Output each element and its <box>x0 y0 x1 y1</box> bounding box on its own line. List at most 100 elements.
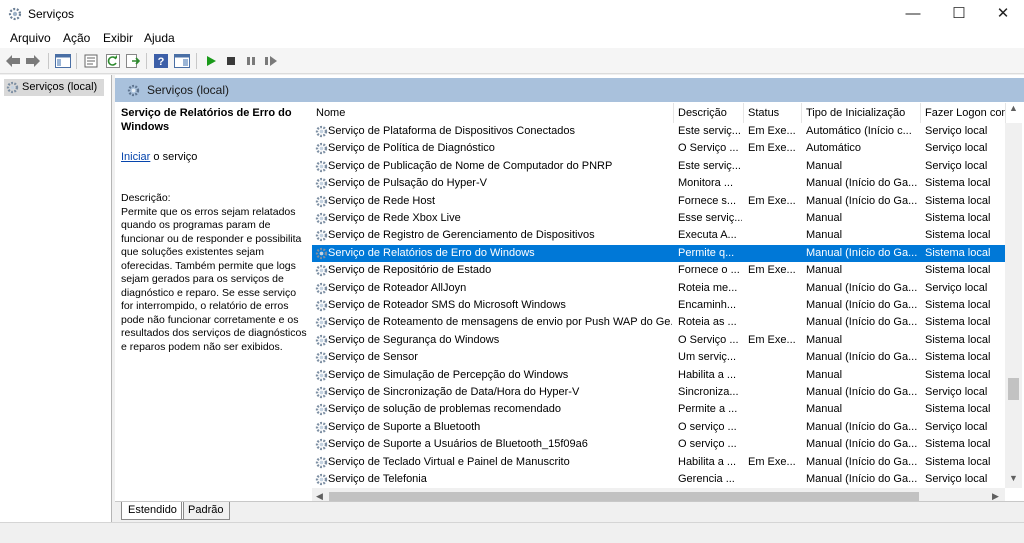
column-header-status[interactable]: Status <box>744 103 802 123</box>
svg-text:?: ? <box>158 56 165 68</box>
service-startup-type: Manual <box>806 159 843 172</box>
view-icon[interactable] <box>173 52 191 70</box>
show-hide-tree-icon[interactable] <box>54 52 72 70</box>
column-header-logon[interactable]: Fazer Logon com <box>921 103 1006 123</box>
minimize-button[interactable]: — <box>890 0 936 28</box>
service-status <box>748 401 800 418</box>
start-service-text: Iniciar o serviço <box>121 151 197 163</box>
service-logon: Sistema local <box>925 299 991 311</box>
properties-icon[interactable] <box>82 52 100 70</box>
service-startup-type: Manual (Início do Ga... <box>806 386 918 398</box>
menu-exibir[interactable]: Exibir <box>103 31 133 45</box>
column-headers: ^ Nome Descrição Status Tipo de Iniciali… <box>312 103 1024 123</box>
table-row[interactable]: Serviço de Roteador AllJoyn Roteia me... M… <box>312 280 1006 297</box>
tree-item-services-local[interactable]: Serviços (local) <box>4 79 104 96</box>
table-row[interactable]: Serviço de Sensor Um serviç... Manual (Iní… <box>312 349 1006 366</box>
table-row[interactable]: Serviço de Política de Diagnóstico O Serv… <box>312 140 1006 157</box>
forward-icon[interactable] <box>24 52 42 70</box>
back-icon[interactable] <box>4 52 22 70</box>
column-header-description[interactable]: Descrição <box>674 103 744 123</box>
table-row[interactable]: Serviço de Rede Xbox Live Esse serviç... M… <box>312 210 1006 227</box>
service-status <box>748 436 800 453</box>
tab-extended[interactable]: Estendido <box>121 502 184 520</box>
service-name: Serviço de Relatórios de Erro do Windows <box>328 246 535 259</box>
menu-ajuda[interactable]: Ajuda <box>144 31 175 45</box>
service-name: Serviço de Roteador AllJoyn <box>328 281 467 294</box>
table-row[interactable]: Serviço de Repositório de Estado Fornece … <box>312 262 1006 279</box>
service-description-cell: Esse serviç... <box>678 212 742 224</box>
horizontal-scroll-thumb[interactable] <box>329 492 919 501</box>
table-row[interactable]: Serviço de Registro de Gerenciamento de … <box>312 227 1006 244</box>
pause-icon[interactable] <box>242 52 260 70</box>
maximize-button[interactable]: ☐ <box>936 0 982 28</box>
table-row[interactable]: Serviço de Telefonia Gerencia ... Manual (… <box>312 471 1006 488</box>
service-logon: Sistema local <box>925 212 991 224</box>
service-startup-type: Manual <box>806 333 843 346</box>
gear-icon <box>315 352 328 364</box>
table-row[interactable]: Serviço de Relatórios de Erro do Windows… <box>312 244 1006 263</box>
gear-icon <box>315 317 328 329</box>
menu-arquivo[interactable]: Arquivo <box>10 31 51 45</box>
vertical-scroll-thumb[interactable] <box>1008 378 1019 400</box>
service-status <box>748 227 800 244</box>
table-row[interactable]: Serviço de Suporte a Bluetooth O serviço … <box>312 419 1006 436</box>
service-startup-type: Manual (Início do Ga... <box>806 177 918 190</box>
table-row[interactable]: Serviço de Suporte a Usuários de Bluetoo… <box>312 436 1006 453</box>
service-startup-type: Manual <box>806 229 843 242</box>
menu-acao[interactable]: Ação <box>63 31 90 45</box>
table-row[interactable]: Serviço de Plataforma de Dispositivos Co… <box>312 123 1006 140</box>
scroll-up-icon[interactable]: ▲ <box>1009 103 1018 113</box>
service-name: Serviço de Publicação de Nome de Computa… <box>328 159 613 172</box>
service-description-cell: O Serviço ... <box>678 142 739 155</box>
service-name: Serviço de Roteador SMS do Microsoft Win… <box>328 299 566 311</box>
table-row[interactable]: Serviço de solução de problemas recomend… <box>312 401 1006 418</box>
service-name: Serviço de Segurança do Windows <box>328 333 500 346</box>
table-row[interactable]: Serviço de Roteador SMS do Microsoft Win… <box>312 297 1006 314</box>
table-row[interactable]: Serviço de Roteamento de mensagens de en… <box>312 314 1006 331</box>
table-row[interactable]: Serviço de Sincronização de Data/Hora do… <box>312 384 1006 401</box>
service-status: Em Exe... <box>748 125 796 137</box>
gear-icon <box>315 334 328 346</box>
service-startup-type: Manual <box>806 403 843 416</box>
start-icon[interactable] <box>202 52 220 70</box>
restart-icon[interactable] <box>262 52 280 70</box>
service-status <box>748 314 800 331</box>
service-description-cell: Executa A... <box>678 229 737 242</box>
table-row[interactable]: Serviço de Publicação de Nome de Computa… <box>312 158 1006 175</box>
gear-icon <box>315 265 328 277</box>
view-tabs: Estendido Padrão <box>115 501 1024 522</box>
table-row[interactable]: Serviço de Pulsação do Hyper-V Monitora .… <box>312 175 1006 192</box>
table-row[interactable]: Serviço de Rede Host Fornece s... Em Exe..… <box>312 193 1006 210</box>
service-status <box>748 471 800 488</box>
table-row[interactable]: Serviço de Teclado Virtual e Painel de M… <box>312 454 1006 471</box>
service-name: Serviço de Política de Diagnóstico <box>328 142 495 155</box>
scroll-down-icon[interactable]: ▼ <box>1009 473 1018 483</box>
refresh-icon[interactable] <box>104 52 122 70</box>
service-status <box>748 349 800 366</box>
gear-icon <box>127 84 140 97</box>
pane-header-title: Serviços (local) <box>147 83 230 97</box>
gear-icon <box>315 143 328 155</box>
vertical-scrollbar[interactable]: ▲ ▼ <box>1005 103 1022 488</box>
gear-icon <box>315 178 328 190</box>
services-app-icon <box>8 7 22 21</box>
tab-standard[interactable]: Padrão <box>181 502 231 520</box>
table-row[interactable]: Serviço de Segurança do Windows O Serviço… <box>312 332 1006 349</box>
column-header-name[interactable]: Nome <box>312 103 674 123</box>
gear-icon <box>315 404 328 416</box>
stop-icon[interactable] <box>222 52 240 70</box>
service-startup-type: Manual (Início do Ga... <box>806 438 918 451</box>
export-icon[interactable] <box>124 52 142 70</box>
start-service-link[interactable]: Iniciar <box>121 151 150 163</box>
help-icon[interactable]: ? <box>152 52 170 70</box>
table-row[interactable]: Serviço de Simulação de Percepção do Win… <box>312 367 1006 384</box>
service-logon: Sistema local <box>925 403 991 416</box>
service-logon: Serviço local <box>925 281 988 294</box>
close-button[interactable]: ✕ <box>980 0 1024 28</box>
service-description-cell: Um serviç... <box>678 351 737 364</box>
service-name: Serviço de Simulação de Percepção do Win… <box>328 368 569 381</box>
column-header-startup-type[interactable]: Tipo de Inicialização <box>802 103 921 123</box>
service-logon: Sistema local <box>925 333 991 346</box>
gear-icon <box>6 81 19 94</box>
service-status <box>748 419 800 436</box>
